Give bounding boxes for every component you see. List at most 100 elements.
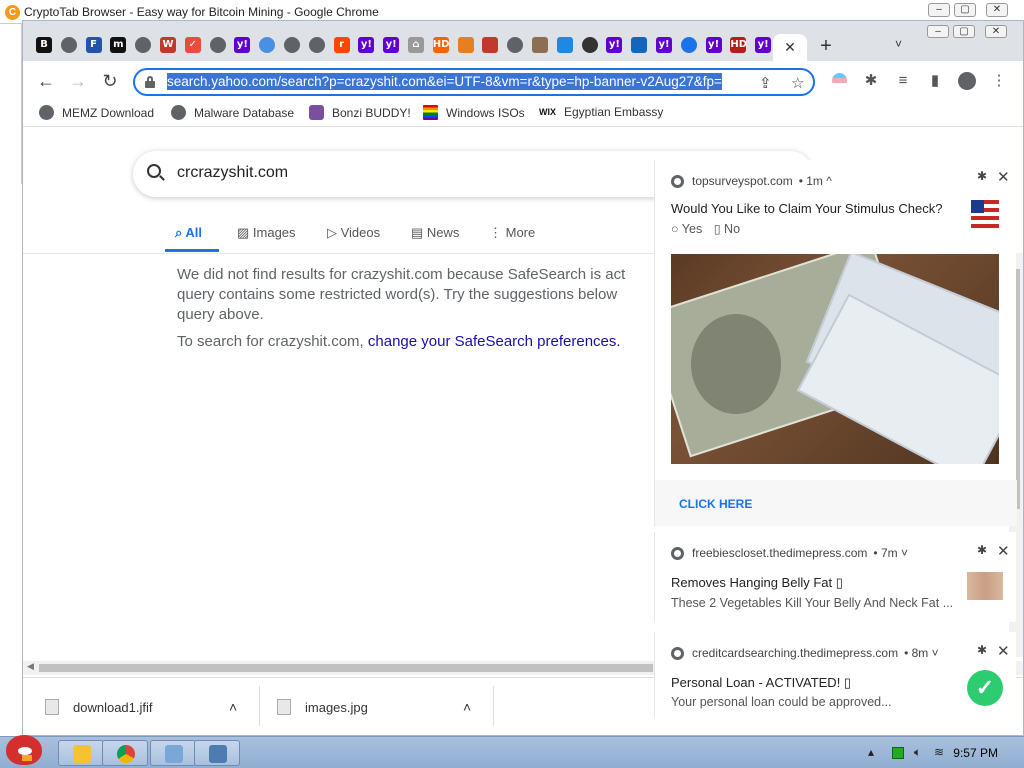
close-tab-icon[interactable]: ✕ bbox=[784, 39, 796, 56]
share-icon[interactable]: ⇪ bbox=[759, 74, 772, 92]
media-queue-icon[interactable]: ≡ bbox=[893, 71, 913, 91]
tab-search-chevron-icon[interactable]: ˅ bbox=[895, 37, 902, 51]
tab-23[interactable]: y! bbox=[603, 34, 625, 56]
search-icon[interactable] bbox=[147, 164, 161, 178]
gear-icon[interactable]: ✱ bbox=[977, 169, 987, 183]
tab-18[interactable] bbox=[479, 34, 501, 56]
minimize-icon[interactable]: – bbox=[928, 3, 950, 17]
yahoo-icon: y! bbox=[383, 37, 400, 53]
tab-13[interactable]: y! bbox=[355, 34, 377, 56]
tab-16[interactable]: HD bbox=[430, 34, 452, 56]
tab-6[interactable]: ✓ bbox=[182, 34, 204, 56]
tab-active[interactable]: ✕ bbox=[773, 34, 807, 61]
side-panel-icon[interactable]: ▮ bbox=[925, 71, 945, 91]
tab-10[interactable] bbox=[281, 34, 303, 56]
gear-icon[interactable]: ✱ bbox=[977, 543, 987, 557]
tab-4[interactable] bbox=[132, 34, 154, 56]
download-item[interactable]: download1.jfif bbox=[45, 690, 153, 724]
tab-17[interactable] bbox=[455, 34, 477, 56]
scroll-thumb[interactable] bbox=[39, 664, 653, 672]
tab-12[interactable]: r bbox=[331, 34, 353, 56]
bonzi-icon bbox=[309, 105, 324, 120]
tab-26[interactable] bbox=[678, 34, 700, 56]
tab-28[interactable]: HD bbox=[727, 34, 749, 56]
tab-21[interactable] bbox=[554, 34, 576, 56]
network-icon[interactable]: ≋ bbox=[934, 745, 944, 759]
minimize-icon[interactable]: – bbox=[927, 25, 949, 38]
address-bar[interactable]: search.yahoo.com/search?p=crazyshit.com&… bbox=[133, 68, 815, 96]
profile-flag-icon[interactable] bbox=[829, 71, 849, 91]
tab-25[interactable]: y! bbox=[653, 34, 675, 56]
back-arrow-icon[interactable]: ← bbox=[35, 71, 57, 93]
tab-27[interactable]: y! bbox=[703, 34, 725, 56]
download-item[interactable]: images.jpg bbox=[277, 690, 368, 724]
tab-all[interactable]: ⌕ All bbox=[175, 225, 202, 241]
tab-9[interactable] bbox=[256, 34, 278, 56]
yes-option[interactable]: ○ Yes bbox=[671, 222, 702, 236]
taskbar-explorer[interactable] bbox=[58, 740, 104, 766]
tab-19[interactable] bbox=[504, 34, 526, 56]
avatar-icon[interactable] bbox=[957, 71, 977, 91]
lock-icon[interactable] bbox=[145, 76, 155, 88]
tab-5[interactable]: W bbox=[157, 34, 179, 56]
forward-arrow-icon[interactable]: → bbox=[67, 71, 89, 93]
gear-icon[interactable]: ✱ bbox=[977, 643, 987, 657]
close-icon[interactable]: ✕ bbox=[997, 642, 1010, 660]
bookmark-egyptian-embassy[interactable]: WIX Egyptian Embassy bbox=[539, 105, 663, 119]
globe-icon bbox=[284, 37, 300, 53]
tab-24[interactable] bbox=[628, 34, 650, 56]
maximize-icon[interactable]: ▢ bbox=[953, 25, 975, 38]
bookmark-memz[interactable]: MEMZ Download bbox=[39, 105, 154, 120]
start-button-angry-bird-icon[interactable] bbox=[2, 731, 48, 768]
bookmark-star-icon[interactable]: ☆ bbox=[791, 74, 804, 92]
tab-news[interactable]: ▤ News bbox=[411, 225, 459, 241]
tab-images[interactable]: ▨ Images bbox=[237, 225, 296, 241]
show-hidden-icons-icon[interactable]: ▴ bbox=[868, 745, 874, 759]
volume-icon[interactable]: 🔈︎ bbox=[914, 745, 921, 760]
tab-7[interactable] bbox=[207, 34, 229, 56]
tab-14[interactable]: y! bbox=[380, 34, 402, 56]
no-option[interactable]: ▯ No bbox=[714, 222, 740, 236]
notification-belly-fat[interactable]: freebiescloset.thedimepress.com • 7m ˅ ✱… bbox=[654, 532, 1016, 622]
tab-0[interactable]: B bbox=[33, 34, 55, 56]
tab-strip: B Fm W ✓ y! r y! y! ⌂ HD y! y! y! HD y! ✕ + ˅ – ▢ ✕ bbox=[23, 21, 1023, 61]
tab-20[interactable] bbox=[529, 34, 551, 56]
click-here-button[interactable]: CLICK HERE bbox=[679, 497, 752, 511]
tab-15[interactable]: ⌂ bbox=[405, 34, 427, 56]
tab-3[interactable]: m bbox=[107, 34, 129, 56]
more-menu-icon[interactable]: ⋮ bbox=[989, 71, 1009, 91]
battery-icon[interactable] bbox=[892, 747, 904, 759]
download-menu-chevron-icon[interactable]: ˄ bbox=[463, 690, 471, 724]
tab-videos[interactable]: ▷ Videos bbox=[327, 225, 380, 241]
new-tab-button[interactable]: + bbox=[815, 35, 837, 58]
close-window-icon[interactable]: ✕ bbox=[985, 25, 1007, 38]
yahoo-icon: y! bbox=[656, 37, 672, 53]
notification-stimulus[interactable]: topsurveyspot.com • 1m ^ ✱ ✕ Would You L… bbox=[654, 160, 1017, 526]
bookmark-windows-isos[interactable]: Windows ISOs bbox=[423, 105, 525, 120]
taskbar-window[interactable] bbox=[194, 740, 240, 766]
close-icon[interactable]: ✕ bbox=[997, 168, 1010, 186]
bookmark-bonzi-buddy[interactable]: Bonzi BUDDY! bbox=[309, 105, 411, 120]
close-icon[interactable]: ✕ bbox=[986, 3, 1008, 17]
taskbar-app[interactable] bbox=[150, 740, 196, 766]
close-icon[interactable]: ✕ bbox=[997, 542, 1010, 560]
clock[interactable]: 9:57 PM bbox=[953, 746, 998, 760]
maximize-icon[interactable]: ▢ bbox=[954, 3, 976, 17]
safesearch-preferences-link[interactable]: change your SafeSearch preferences. bbox=[368, 333, 621, 350]
tab-1[interactable] bbox=[58, 34, 80, 56]
notification-personal-loan[interactable]: creditcardsearching.thedimepress.com • 8… bbox=[654, 632, 1016, 718]
download-menu-chevron-icon[interactable]: ˄ bbox=[229, 690, 237, 724]
reload-icon[interactable]: ↻ bbox=[99, 71, 121, 93]
search-input[interactable]: crcrazyshit.com bbox=[177, 164, 288, 182]
tab-2[interactable]: F bbox=[83, 34, 105, 56]
url-text[interactable]: search.yahoo.com/search?p=crazyshit.com&… bbox=[167, 73, 722, 90]
notification-header: creditcardsearching.thedimepress.com • 8… bbox=[671, 646, 939, 660]
extensions-puzzle-icon[interactable]: ✱ bbox=[861, 71, 881, 91]
tab-22[interactable] bbox=[579, 34, 601, 56]
tab-8[interactable]: y! bbox=[231, 34, 253, 56]
bookmark-malware-database[interactable]: Malware Database bbox=[171, 105, 294, 120]
tab-11[interactable] bbox=[306, 34, 328, 56]
tab-more[interactable]: ⋮ More bbox=[489, 225, 535, 241]
taskbar-chrome[interactable] bbox=[102, 740, 148, 766]
tab-29[interactable]: y! bbox=[752, 34, 774, 56]
